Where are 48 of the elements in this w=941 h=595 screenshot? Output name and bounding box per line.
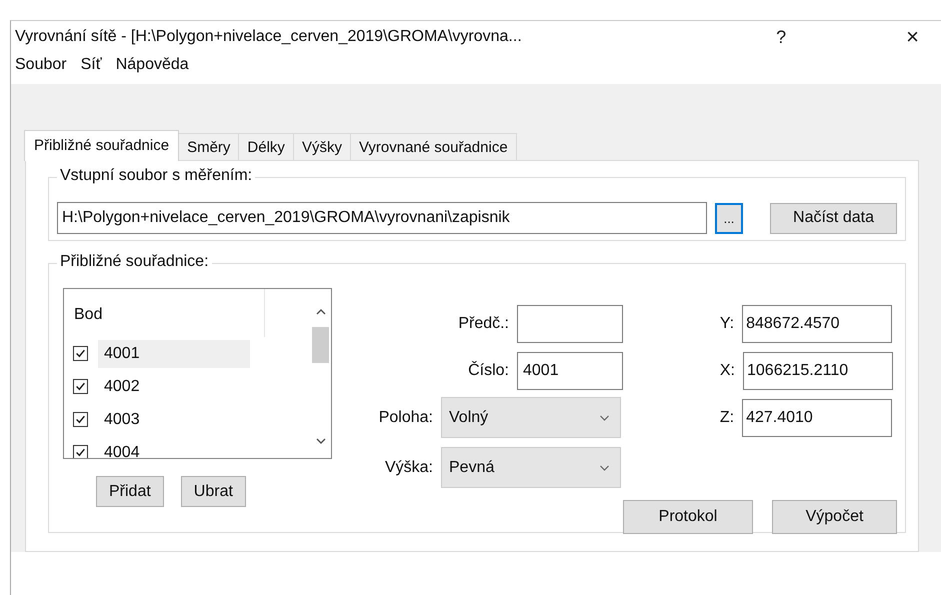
list-item[interactable]: 4004 [98,438,250,458]
load-data-button[interactable]: Načíst data [770,202,897,234]
field-label: Výška: [384,458,433,476]
menu-item[interactable]: Nápověda [116,56,189,84]
list-item[interactable]: 4002 [98,372,250,400]
scrollbar-thumb[interactable] [312,327,329,363]
checkbox[interactable] [73,445,88,458]
check-icon [75,414,86,425]
check-icon [75,381,86,392]
help-button[interactable]: ? [776,26,786,48]
check-icon [75,447,86,458]
field-label: Číslo: [468,362,509,380]
list-button[interactable]: Přidat [96,476,164,507]
menu-item[interactable]: Soubor [15,56,67,84]
field-label: Y: [720,315,734,333]
browse-button[interactable]: ... [715,202,743,234]
dropdown[interactable]: Pevná [441,447,621,488]
chevron-down-icon [599,464,610,470]
check-icon [75,348,86,359]
text-field[interactable]: 4001 [517,352,623,390]
window-title: Vyrovnání sítě - [H:\Polygon+nivelace_cerven_2019\GROMA\vyrovna... [15,28,523,46]
scroll-down-icon [316,438,326,444]
file-path-field[interactable]: H:\Polygon+nivelace_cerven_2019\GROMA\vyrovnani\zapisnik [57,202,707,234]
field-label: Poloha: [378,408,433,426]
coordinate-field[interactable]: 1066215.2110 [743,352,893,390]
checkbox[interactable] [73,346,88,361]
group-label: Vstupní soubor s měřením: [57,167,256,185]
tab[interactable]: Vyrovnané souřadnice [350,133,517,160]
coordinate-field[interactable]: 427.4010 [742,399,892,437]
list-item[interactable]: 4001 [98,340,250,368]
action-button[interactable]: Protokol [623,500,753,534]
column-header[interactable]: Bod [64,289,265,337]
scroll-up-icon [316,309,326,315]
tab[interactable]: Přibližné souřadnice [24,130,180,161]
list-button[interactable]: Ubrat [180,476,246,507]
text-field[interactable] [517,305,623,343]
coordinate-field[interactable]: 848672.4570 [742,305,892,343]
field-label: Předč.: [458,315,509,333]
dropdown[interactable]: Volný [441,397,621,438]
list-item[interactable]: 4003 [98,406,250,434]
chevron-down-icon [599,414,610,420]
menu-item[interactable]: Síť [80,56,102,84]
checkbox[interactable] [73,379,88,394]
checkbox[interactable] [73,412,88,427]
close-button[interactable]: × [906,24,919,50]
field-label: Z: [720,409,734,427]
action-button[interactable]: Výpočet [772,500,897,534]
field-label: X: [720,362,735,380]
